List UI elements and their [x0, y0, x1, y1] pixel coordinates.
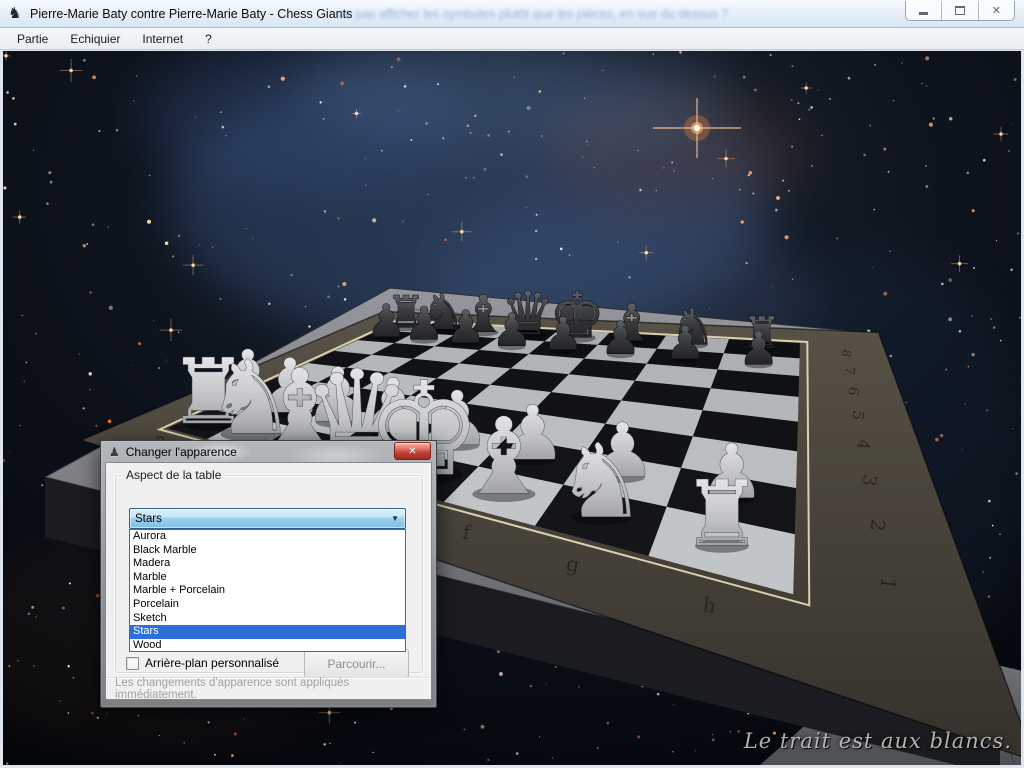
svg-text:♟: ♟ [739, 322, 779, 375]
dialog-hint-bar: Les changements d'apparence sont appliqu… [106, 677, 431, 699]
list-item-madera[interactable]: Madera [130, 557, 405, 571]
svg-text:♝: ♝ [457, 395, 551, 518]
dialog-close-button[interactable]: ✕ [394, 442, 431, 460]
browse-button[interactable]: Parcourir... [304, 649, 409, 678]
list-item-wood[interactable]: Wood [130, 639, 405, 653]
table-style-combobox[interactable]: Stars ▼ [129, 508, 406, 529]
background-window-ghost-text: ne pas afficher les symboles plutôt que … [338, 7, 890, 21]
svg-text:♟: ♟ [543, 308, 583, 361]
dialog-close-icon: ✕ [408, 446, 416, 457]
list-item-sketch[interactable]: Sketch [130, 612, 405, 626]
custom-background-checkbox[interactable] [126, 657, 139, 670]
list-item-marble[interactable]: Marble [130, 571, 405, 585]
custom-background-row: Arrière-plan personnalisé [126, 656, 279, 670]
minimize-button[interactable] [906, 1, 942, 20]
svg-text:♜: ♜ [682, 462, 763, 567]
turn-status-text: Le trait est aux blancs. [744, 729, 1012, 753]
menu-item-internet[interactable]: Internet [131, 30, 194, 48]
dialog-title: Changer l'apparence [126, 445, 237, 459]
dialog-chess-piece-icon: ♟ [109, 445, 120, 459]
close-icon: ✕ [992, 4, 1001, 17]
combobox-value: Stars [130, 513, 391, 525]
groupbox-label: Aspect de la table [122, 468, 225, 482]
list-item-aurora[interactable]: Aurora [130, 530, 405, 544]
menu-item-help[interactable]: ? [194, 30, 223, 48]
list-item-marble-porcelain[interactable]: Marble + Porcelain [130, 584, 405, 598]
svg-text:♟: ♟ [404, 297, 444, 350]
svg-text:♟: ♟ [366, 294, 406, 347]
restore-icon [955, 6, 965, 15]
svg-text:♟: ♟ [492, 304, 532, 357]
menu-item-echiquier[interactable]: Echiquier [59, 30, 131, 48]
window-title: Pierre-Marie Baty contre Pierre-Marie Ba… [30, 7, 352, 21]
menu-item-partie[interactable]: Partie [6, 30, 59, 48]
appearance-dialog: ♟ Changer l'apparence ✕ Aspect de la tab… [100, 440, 437, 708]
list-item-black-marble[interactable]: Black Marble [130, 544, 405, 558]
titlebar[interactable]: ♞ Pierre-Marie Baty contre Pierre-Marie … [0, 0, 1024, 28]
app-icon: ♞ [8, 6, 21, 21]
chevron-down-icon: ▼ [391, 514, 405, 523]
dialog-hint-text: Les changements d'apparence sont appliqu… [106, 677, 431, 701]
dialog-body: Aspect de la table Stars ▼ AuroraBlack M… [105, 462, 432, 700]
svg-text:♟: ♟ [446, 300, 486, 353]
custom-background-label: Arrière-plan personnalisé [145, 656, 279, 670]
dialog-titlebar[interactable]: ♟ Changer l'apparence ✕ [105, 441, 432, 462]
close-button[interactable]: ✕ [979, 1, 1014, 20]
svg-text:♟: ♟ [600, 312, 640, 365]
list-item-stars[interactable]: Stars [130, 625, 405, 639]
table-style-listbox: AuroraBlack MarbleMaderaMarbleMarble + P… [129, 529, 406, 652]
svg-text:♟: ♟ [665, 317, 705, 370]
restore-button[interactable] [942, 1, 978, 20]
list-item-porcelain[interactable]: Porcelain [130, 598, 405, 612]
svg-text:♞: ♞ [556, 423, 647, 541]
window-controls: ✕ [905, 1, 1015, 21]
menubar: PartieEchiquierInternet? [0, 28, 1024, 50]
minimize-icon [919, 12, 928, 15]
